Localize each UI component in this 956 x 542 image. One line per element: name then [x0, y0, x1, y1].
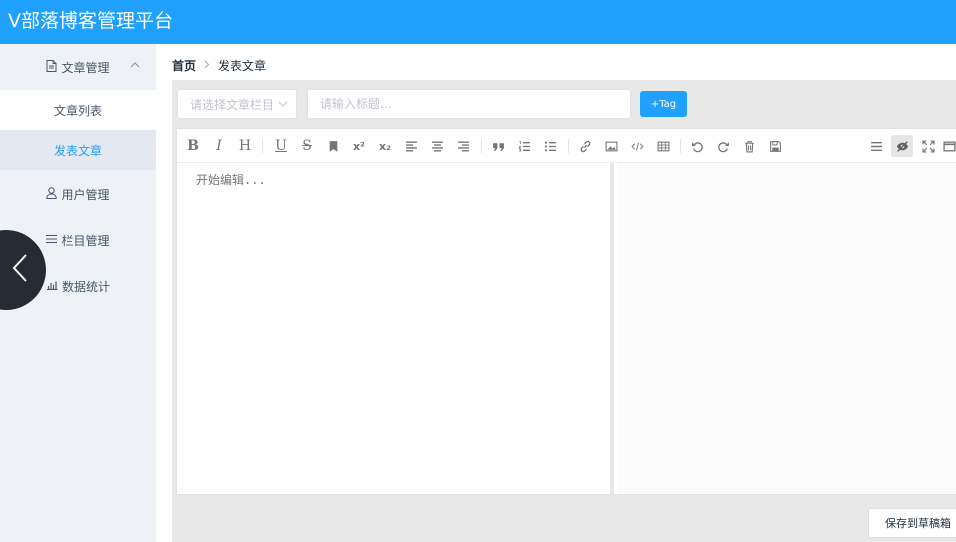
redo-button[interactable] — [712, 135, 734, 157]
sidebar-item-article-list[interactable]: 文章列表 — [0, 90, 156, 130]
bold-button[interactable]: B — [182, 135, 204, 157]
align-center-button[interactable] — [426, 135, 448, 157]
toolbar-divider — [568, 139, 569, 153]
image-button[interactable] — [600, 135, 622, 157]
top-bar: V部落博客管理平台 — [0, 0, 956, 44]
sidebar-item-label: 发表文章 — [53, 143, 102, 158]
toolbar-divider — [680, 139, 681, 153]
eye-slash-icon — [896, 140, 908, 152]
main-area: 首页 发表文章 请选择文章栏目 +Tag B I H U S — [156, 44, 956, 542]
chevron-down-icon — [278, 98, 288, 113]
link-button[interactable] — [574, 135, 596, 157]
add-tag-button[interactable]: +Tag — [640, 91, 687, 117]
unordered-list-button[interactable] — [539, 135, 561, 157]
align-right-icon — [457, 140, 469, 152]
document-icon — [46, 59, 57, 75]
image-icon — [605, 141, 617, 151]
chevron-up-icon — [130, 58, 140, 71]
breadcrumb-home[interactable]: 首页 — [172, 58, 196, 74]
subscript-button[interactable]: x₂ — [374, 135, 396, 157]
sidebar-group-articles[interactable]: 文章管理 — [0, 44, 156, 90]
navigation-button[interactable] — [865, 135, 887, 157]
strikethrough-button[interactable]: S — [296, 135, 318, 157]
markdown-editor: B I H U S x² x₂ 开始编辑... — [176, 128, 956, 495]
title-input[interactable] — [307, 89, 631, 119]
align-left-icon — [405, 140, 417, 152]
menu-icon — [46, 233, 58, 247]
save-button[interactable] — [764, 135, 786, 157]
ordered-list-icon — [517, 140, 530, 152]
table-icon — [657, 141, 669, 151]
undo-icon — [691, 141, 703, 152]
code-button[interactable] — [626, 135, 648, 157]
sidebar-group-label: 用户管理 — [61, 187, 110, 202]
toolbar-divider — [262, 139, 263, 153]
align-center-icon — [431, 140, 443, 152]
quote-button[interactable] — [487, 135, 509, 157]
table-button[interactable] — [652, 135, 674, 157]
fullscreen-button[interactable] — [917, 135, 939, 157]
category-select-placeholder: 请选择文章栏目 — [190, 97, 275, 112]
list-icon — [870, 141, 882, 151]
quote-icon — [492, 142, 504, 151]
window-icon — [943, 141, 956, 151]
italic-button[interactable]: I — [208, 135, 230, 157]
window-button[interactable] — [943, 135, 956, 157]
chevron-right-icon — [204, 58, 210, 74]
publish-form: 请选择文章栏目 +Tag B I H U S x² x₂ — [172, 80, 956, 542]
superscript-button[interactable]: x² — [348, 135, 370, 157]
underline-button[interactable]: U — [270, 135, 292, 157]
editor-toolbar: B I H U S x² x₂ — [177, 129, 956, 163]
sidebar-item-label: 文章列表 — [53, 103, 102, 118]
user-icon — [46, 186, 58, 202]
clear-button[interactable] — [738, 135, 760, 157]
editor-placeholder: 开始编辑... — [196, 173, 266, 187]
editor-preview-pane — [618, 163, 956, 494]
link-icon — [580, 140, 590, 152]
sidebar-group-label: 数据统计 — [61, 279, 110, 294]
align-right-button[interactable] — [452, 135, 474, 157]
bar-chart-icon — [46, 279, 58, 293]
save-draft-button[interactable]: 保存到草稿箱 — [868, 508, 956, 538]
editor-input-pane[interactable]: 开始编辑... — [177, 163, 614, 494]
code-icon — [630, 142, 644, 150]
sidebar-group-label: 栏目管理 — [61, 233, 110, 248]
bookmark-button[interactable] — [322, 135, 344, 157]
header-button[interactable]: H — [234, 135, 256, 157]
chevron-left-icon — [12, 253, 28, 287]
trash-icon — [744, 140, 754, 152]
app-title: V部落博客管理平台 — [8, 10, 173, 32]
breadcrumb-current: 发表文章 — [218, 59, 267, 73]
save-icon — [769, 140, 781, 152]
unordered-list-icon — [544, 141, 556, 151]
ordered-list-button[interactable] — [513, 135, 535, 157]
redo-icon — [717, 141, 729, 152]
undo-button[interactable] — [686, 135, 708, 157]
fullscreen-icon — [921, 139, 935, 153]
align-left-button[interactable] — [400, 135, 422, 157]
bookmark-icon — [329, 140, 337, 152]
sidebar-group-label: 文章管理 — [61, 60, 110, 75]
sidebar-group-users[interactable]: 用户管理 — [0, 171, 156, 217]
category-select[interactable]: 请选择文章栏目 — [177, 89, 297, 119]
toolbar-divider — [481, 139, 482, 153]
sidebar-item-publish-article[interactable]: 发表文章 — [0, 130, 156, 170]
breadcrumb: 首页 发表文章 — [172, 58, 266, 74]
preview-toggle-button[interactable] — [891, 135, 913, 157]
